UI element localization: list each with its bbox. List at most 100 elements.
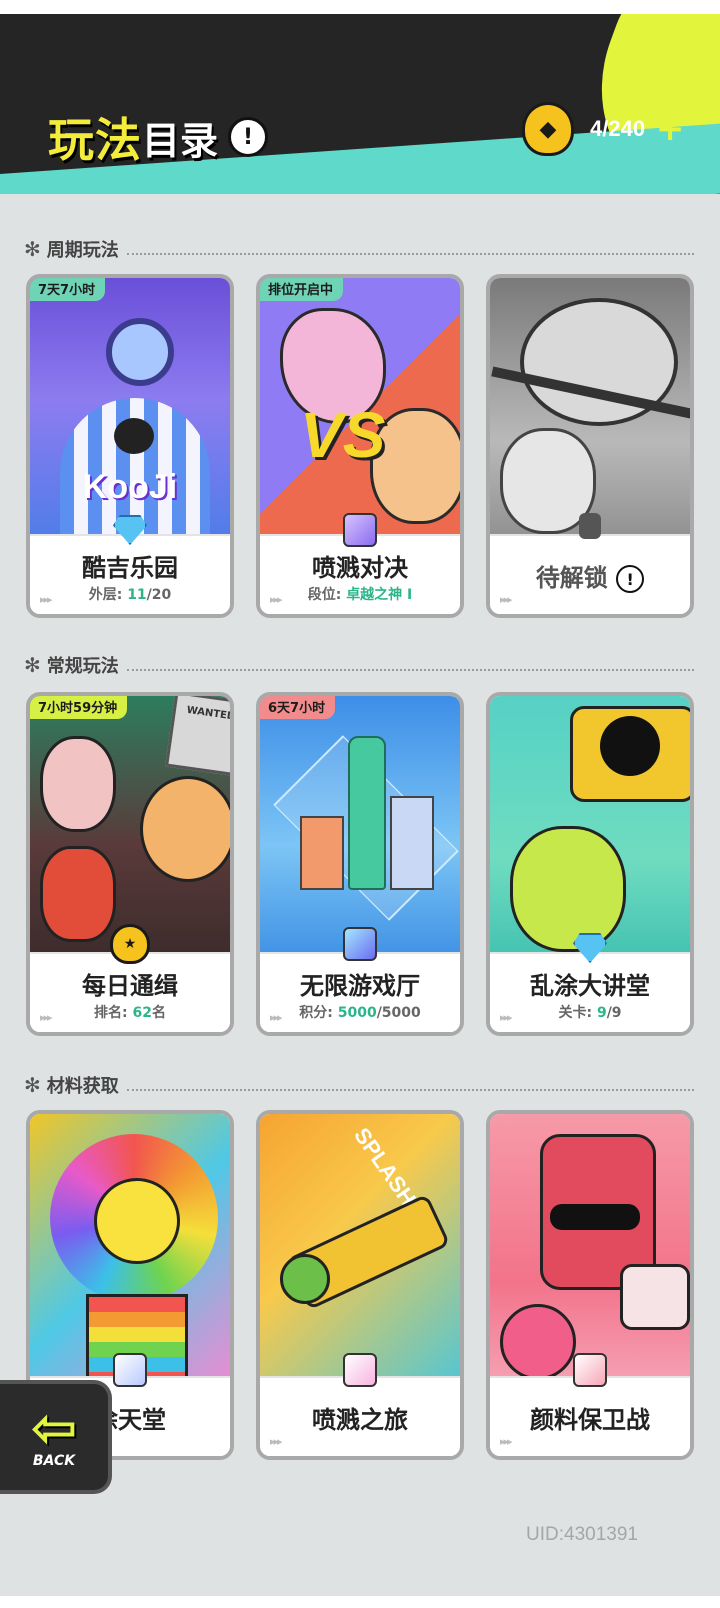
card-scribble-lecture[interactable]: 乱涂大讲堂 关卡: 9/9 ▸▸▸: [486, 692, 694, 1036]
progress-label: 外层:: [88, 587, 128, 603]
dotted-divider: [126, 1079, 694, 1091]
progress-value: 5000: [337, 1005, 377, 1021]
card-info: 每日通缉 排名: 62名 ▸▸▸: [30, 952, 230, 1032]
currency-counter: ◆ 4/240 +: [522, 102, 685, 156]
progress-label: 排名:: [94, 1005, 133, 1021]
card-title: 酷吉乐园: [82, 554, 178, 582]
character-decoration: [140, 776, 230, 882]
small-jar-decoration: [620, 1264, 690, 1330]
info-icon[interactable]: !: [228, 117, 269, 157]
timer-badge: 7小时59分钟: [30, 696, 128, 719]
timer-badge: 6天7小时: [260, 696, 336, 719]
card-progress: 积分: 5000/5000: [260, 1002, 460, 1022]
ticket-icon: [338, 510, 382, 550]
coin-icon: ◆: [522, 102, 574, 156]
section-label: 材料获取: [46, 1076, 119, 1097]
character-decoration: [40, 736, 116, 832]
progress-value: 11: [127, 587, 147, 603]
card-progress: 排名: 62名: [30, 1002, 230, 1022]
dotted-divider: [126, 243, 694, 255]
page-title-main: 玩法: [48, 113, 142, 167]
card-infinite-arcade[interactable]: 6天7小时 无限游戏厅 积分: 5000/5000 ▸▸▸: [256, 692, 464, 1036]
card-item-icon: [108, 1350, 152, 1390]
progress-value: 卓越之神 I: [346, 587, 413, 603]
top-status-strip: [0, 0, 720, 14]
progress-label: 段位:: [307, 587, 347, 603]
chevron-right-icon: ▸▸▸: [500, 593, 513, 606]
back-button[interactable]: ⇦ BACK: [0, 1380, 112, 1494]
chevron-right-icon: ▸▸▸: [270, 593, 283, 606]
user-id: UID:4301391: [526, 1524, 638, 1545]
card-title: 喷溅之旅: [312, 1406, 408, 1434]
sunglasses-decoration: [550, 1204, 640, 1230]
card-title: 颜料保卫战: [530, 1406, 650, 1434]
card-progress: 外层: 11/20: [30, 584, 230, 604]
section-header-periodic: ✻ 周期玩法: [24, 236, 694, 262]
card-kooji-park[interactable]: KooJi 7天7小时 酷吉乐园 外层: 11/20 ▸▸▸: [26, 274, 234, 618]
chevron-right-icon: ▸▸▸: [270, 1011, 283, 1024]
flower-face-decoration: [94, 1178, 180, 1264]
vs-logo: VS: [300, 399, 386, 471]
card-progress: 段位: 卓越之神 I: [260, 584, 460, 604]
section-label: 常规玩法: [46, 656, 119, 677]
kooji-logo: KooJi: [82, 468, 178, 506]
add-currency-button[interactable]: +: [655, 112, 685, 146]
timer-badge: 排位开启中: [260, 278, 344, 301]
card-pigment-defense[interactable]: 颜料保卫战 ▸▸▸: [486, 1110, 694, 1460]
character-decoration: [114, 418, 154, 454]
diamond-icon: [108, 510, 152, 550]
page-title-sub: 目录: [142, 118, 219, 163]
section-header-regular: ✻ 常规玩法: [24, 652, 694, 678]
card-title: 待解锁 !: [490, 558, 690, 593]
medal-icon: ★: [108, 924, 152, 964]
wanted-poster: WANTED: [165, 696, 230, 777]
card-splash-journey[interactable]: SPLASH 喷溅之旅 ▸▸▸: [256, 1110, 464, 1460]
card-info: 待解锁 ! ▸▸▸: [490, 534, 690, 614]
progress-total: 名: [151, 1005, 166, 1021]
card-title: 喷溅对决: [312, 554, 408, 582]
statue-decoration: [348, 736, 386, 890]
card-daily-wanted[interactable]: WANTED 7小时59分钟 ★ 每日通缉 排名: 62名 ▸▸▸: [26, 692, 234, 1036]
chevron-right-icon: ▸▸▸: [500, 1011, 513, 1024]
chevron-right-icon: ▸▸▸: [40, 593, 53, 606]
progress-total: /5000: [376, 1005, 421, 1021]
bomb-decoration: [600, 716, 660, 776]
header-banner: 玩法 目录 ! ◆ 4/240 +: [0, 14, 720, 194]
gear-icon: ✻: [24, 653, 41, 677]
card-title: 每日通缉: [82, 972, 178, 1000]
card-splash-duel[interactable]: VS 排位开启中 喷溅对决 段位: 卓越之神 I ▸▸▸: [256, 274, 464, 618]
card-title: 乱涂大讲堂: [530, 972, 650, 1000]
currency-value: 4/240: [590, 116, 646, 141]
building-decoration: [390, 796, 434, 890]
robot-decoration: [40, 846, 116, 942]
card-info: 无限游戏厅 积分: 5000/5000 ▸▸▸: [260, 952, 460, 1032]
card-title-text: 待解锁: [535, 564, 608, 592]
character-decoration: [500, 1304, 576, 1380]
timer-badge: 7天7小时: [30, 278, 106, 301]
info-icon[interactable]: !: [616, 565, 645, 593]
nozzle-decoration: [280, 1254, 330, 1304]
ferris-wheel-decoration: [106, 318, 174, 386]
section-header-materials: ✻ 材料获取: [24, 1072, 694, 1098]
bottom-strip: [0, 1596, 720, 1608]
section-label: 周期玩法: [46, 240, 119, 261]
gear-icon: ✻: [24, 237, 41, 261]
card-locked[interactable]: 待解锁 ! ▸▸▸: [486, 274, 694, 618]
building-decoration: [300, 816, 344, 890]
lock-icon: [568, 506, 612, 546]
back-label: BACK: [32, 1453, 76, 1469]
chevron-right-icon: ▸▸▸: [500, 1435, 513, 1448]
arrow-left-icon: ⇦: [30, 1396, 78, 1461]
page-title: 玩法 目录 !: [48, 104, 269, 170]
cube-icon: [338, 924, 382, 964]
progress-value: 9: [596, 1005, 607, 1021]
progress-label: 积分:: [299, 1005, 338, 1021]
progress-value: 62: [132, 1005, 152, 1021]
progress-label: 关卡:: [558, 1005, 597, 1021]
card-item-icon: [568, 1350, 612, 1390]
card-item-icon: [338, 1350, 382, 1390]
chevron-right-icon: ▸▸▸: [270, 1435, 283, 1448]
chevron-right-icon: ▸▸▸: [40, 1011, 53, 1024]
card-progress: 关卡: 9/9: [490, 1002, 690, 1022]
card-title: 无限游戏厅: [300, 972, 420, 1000]
